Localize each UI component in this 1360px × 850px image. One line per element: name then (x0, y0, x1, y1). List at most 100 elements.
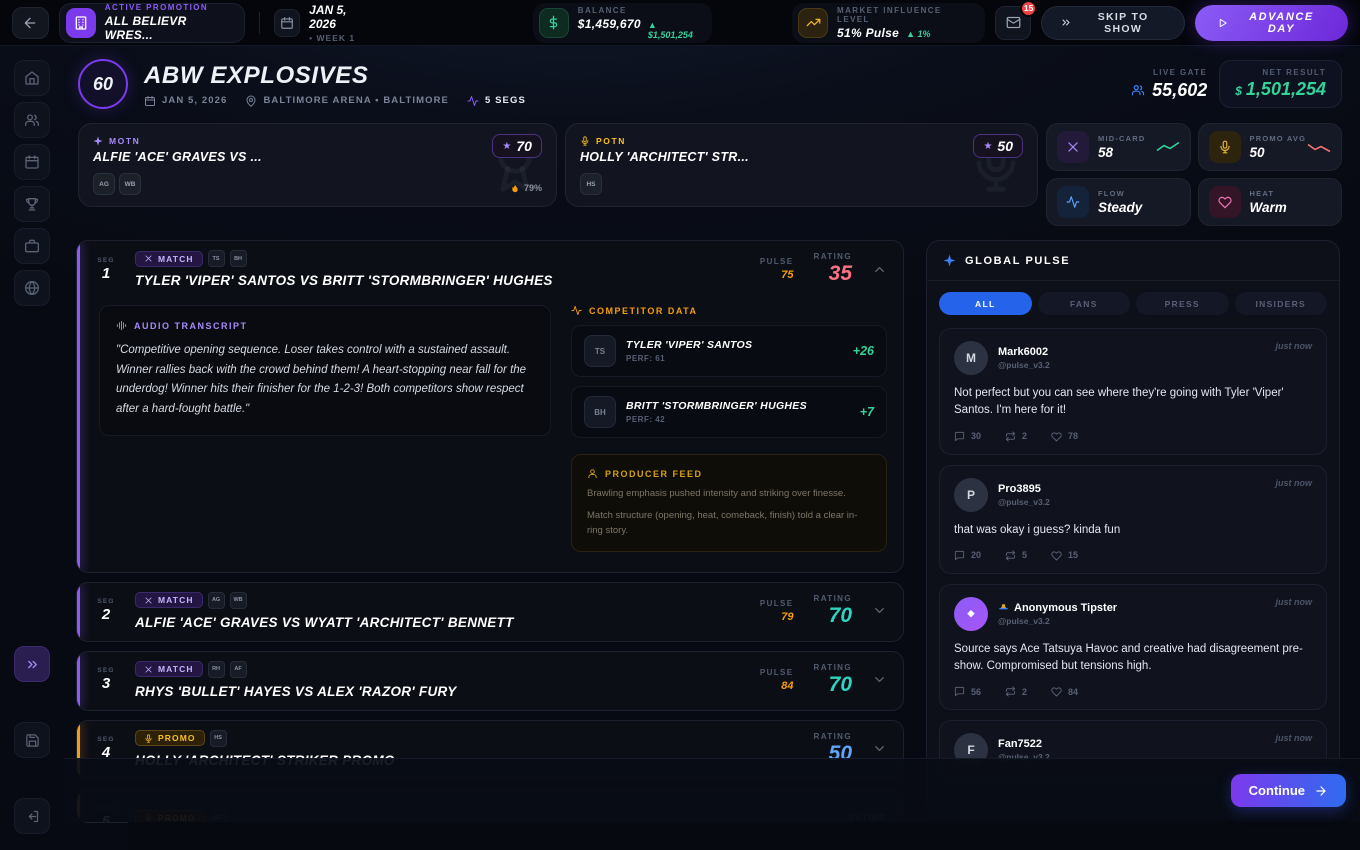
post-author: Anonymous Tipster (1014, 602, 1117, 614)
tab-all[interactable]: ALL (939, 292, 1032, 315)
active-promotion-name: ALL BELIEVR WRES... (105, 14, 230, 42)
reposts-stat[interactable]: 2 (1005, 431, 1027, 442)
likes-stat[interactable]: 84 (1051, 686, 1078, 697)
potn-label: POTN (596, 136, 626, 146)
segment-3-header[interactable]: SEG 3 MATCH RH AF (77, 652, 903, 710)
reposts-stat[interactable]: 5 (1005, 550, 1027, 561)
show-venue: BALTIMORE ARENA • BALTIMORE (245, 95, 449, 107)
sidebar-item-business[interactable] (14, 228, 50, 264)
arrow-left-icon (22, 15, 38, 31)
post-author: Fan7522 (998, 738, 1050, 750)
pulse-post: P Pro3895 @pulse_v3.2 just now that was … (939, 465, 1327, 574)
chevrons-right-icon (25, 657, 40, 672)
repeat-icon (1005, 550, 1016, 561)
sidebar-item-titles[interactable] (14, 186, 50, 222)
match-type-pill: MATCH (135, 661, 203, 677)
reposts-stat[interactable]: 2 (1005, 686, 1027, 697)
wrestler-initials-badge: RH (208, 661, 225, 678)
match-type-pill: MATCH (135, 251, 203, 267)
logout-icon (25, 809, 40, 824)
seg-label: SEG (89, 257, 123, 264)
calendar-icon (144, 95, 156, 107)
stat-value: Warm (1250, 200, 1287, 215)
segment-card-3: SEG 3 MATCH RH AF (76, 651, 904, 711)
post-text: that was okay i guess? kinda fun (954, 522, 1312, 539)
continue-label: Continue (1249, 783, 1305, 798)
promo-of-the-night-card[interactable]: POTN HOLLY 'ARCHITECT' STR... HS ★ 50 (565, 123, 1038, 207)
pulse-feed: M Mark6002 @pulse_v3.2 just now Not perf… (927, 322, 1339, 792)
balance-label: BALANCE (578, 6, 696, 15)
content-row: SEG 1 MATCH TS BH (64, 226, 1360, 823)
tab-insiders[interactable]: INSIDERS (1235, 292, 1328, 315)
repeat-icon (1005, 431, 1016, 442)
chevron-down-icon[interactable] (872, 672, 887, 687)
likes-stat[interactable]: 78 (1051, 431, 1078, 442)
dollar-icon (539, 8, 569, 38)
competitor-perf: PERF: 61 (626, 354, 752, 363)
globe-icon (24, 280, 40, 296)
chevron-up-icon[interactable] (872, 262, 887, 277)
stat-card-heat: HEAT Warm (1198, 178, 1343, 226)
sidebar-item-home[interactable] (14, 60, 50, 96)
sparkle-icon (93, 136, 103, 146)
heart-icon (1051, 550, 1062, 561)
bottom-action-bar: Continue (64, 758, 1360, 822)
segment-1-header[interactable]: SEG 1 MATCH TS BH (77, 241, 903, 299)
pulse-tabs: ALL FANS PRESS INSIDERS (927, 281, 1339, 322)
advance-day-button[interactable]: ADVANCE DAY (1195, 5, 1348, 41)
motn-label: MOTN (109, 136, 140, 146)
inbox-button[interactable]: 15 (995, 6, 1031, 40)
sparkline-up-icon (1156, 141, 1180, 154)
competitor-row[interactable]: BH BRITT 'STORMBRINGER' HUGHES PERF: 42 … (571, 386, 887, 438)
highlights-row: MOTN ALFIE 'ACE' GRAVES VS ... AG WB ★ 7… (64, 115, 1360, 226)
comments-stat[interactable]: 56 (954, 686, 981, 697)
heart-icon (1209, 186, 1241, 218)
crossed-swords-icon (144, 254, 153, 263)
tab-fans[interactable]: FANS (1038, 292, 1131, 315)
tab-press[interactable]: PRESS (1136, 292, 1229, 315)
segment-2-header[interactable]: SEG 2 MATCH AG WB (77, 583, 903, 641)
stat-card-midcard: MID-CARD 58 (1046, 123, 1191, 171)
sidebar-expand-button[interactable] (14, 646, 50, 682)
topbar-divider (259, 12, 260, 34)
trophy-icon (24, 196, 40, 212)
sidebar-item-calendar[interactable] (14, 144, 50, 180)
pulse-post: M Mark6002 @pulse_v3.2 just now Not perf… (939, 328, 1327, 455)
market-influence-label: MARKET INFLUENCE LEVEL (837, 6, 969, 24)
stat-card-flow: FLOW Steady (1046, 178, 1191, 226)
comment-icon (954, 550, 965, 561)
sidebar-item-roster[interactable] (14, 102, 50, 138)
pulse-post: ◆ Anonymous Tipster @pulse_v3.2 just now (939, 584, 1327, 711)
stat-label: FLOW (1098, 189, 1142, 198)
likes-stat[interactable]: 15 (1051, 550, 1078, 561)
wrestler-initials-badge: TS (208, 250, 225, 267)
chevron-down-icon[interactable] (872, 603, 887, 618)
avatar: P (954, 478, 988, 512)
show-stats-grid: MID-CARD 58 PROMO AVG 50 FLO (1046, 123, 1342, 226)
stat-label: MID-CARD (1098, 134, 1146, 143)
rating-label: RATING (814, 594, 852, 603)
comments-stat[interactable]: 30 (954, 431, 981, 442)
comments-stat[interactable]: 20 (954, 550, 981, 561)
sidebar-exit-button[interactable] (14, 798, 50, 834)
post-author: Mark6002 (998, 346, 1050, 358)
match-of-the-night-card[interactable]: MOTN ALFIE 'ACE' GRAVES VS ... AG WB ★ 7… (78, 123, 557, 207)
balance-delta: ▲ $1,501,254 (648, 20, 696, 40)
skip-to-show-button[interactable]: SKIP TO SHOW (1041, 6, 1185, 40)
back-button[interactable] (12, 7, 49, 39)
pulse-value: 79 (760, 611, 794, 623)
stat-label: PROMO AVG (1250, 134, 1307, 143)
activity-icon (467, 95, 479, 107)
active-promotion-chip[interactable]: ACTIVE PROMOTION ALL BELIEVR WRES... (59, 3, 245, 43)
pulse-value: 84 (760, 680, 794, 692)
segment-card-1: SEG 1 MATCH TS BH (76, 240, 904, 573)
sidebar-save-button[interactable] (14, 722, 50, 758)
competitor-row[interactable]: TS TYLER 'VIPER' SANTOS PERF: 61 +26 (571, 325, 887, 377)
chevron-down-icon[interactable] (872, 741, 887, 756)
mic-icon (1209, 131, 1241, 163)
crossed-swords-icon (1057, 131, 1089, 163)
sidebar-nav (0, 46, 64, 850)
show-title: ABW EXPLOSIVES (144, 62, 526, 90)
continue-button[interactable]: Continue (1231, 774, 1346, 807)
sidebar-item-world[interactable] (14, 270, 50, 306)
